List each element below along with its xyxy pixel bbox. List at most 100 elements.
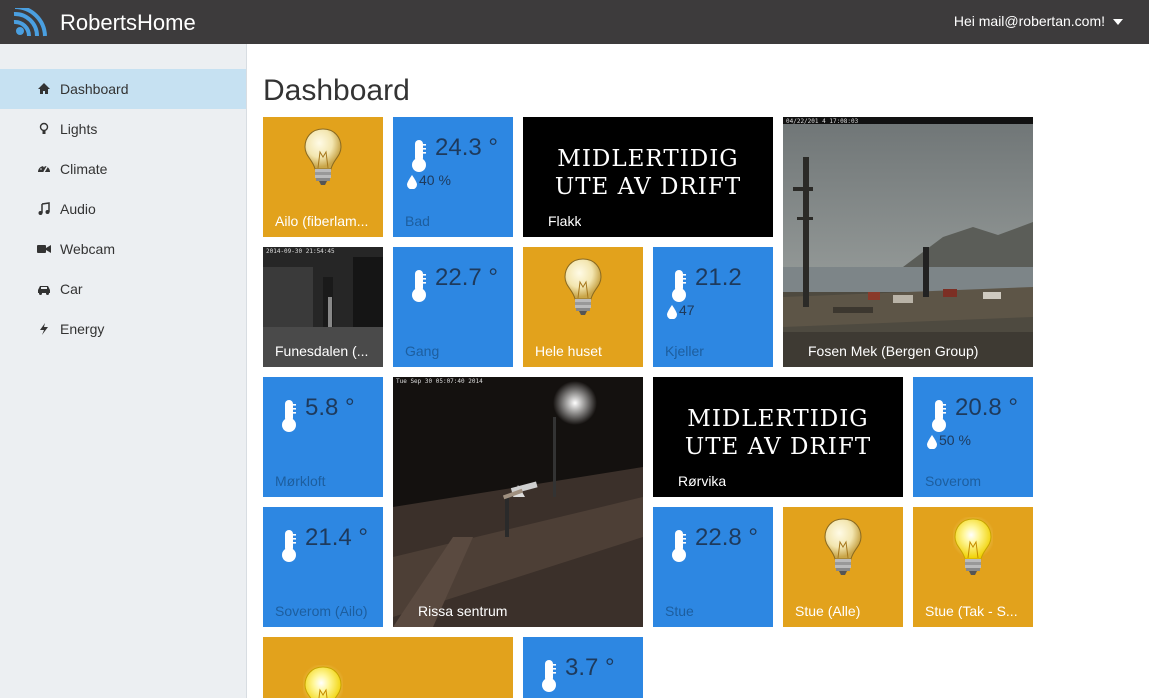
webcam-image-fosen: [783, 117, 1033, 367]
main-content: Dashboard Ailo (fiberlam... 24.3 ° 40 % …: [248, 44, 1149, 698]
lightbulb-off-icon: [823, 517, 863, 577]
user-greeting: Hei mail@robertan.com!: [953, 13, 1105, 29]
brand[interactable]: RobertsHome: [12, 8, 196, 38]
temperature-value: 22.7 °: [435, 264, 498, 291]
offline-line-1: MIDLERTIDIG: [687, 406, 869, 432]
temperature-value: 21.2: [695, 264, 742, 291]
tile-label: Bad: [405, 213, 430, 229]
page-title: Dashboard: [263, 74, 410, 107]
sidebar-item-label: Climate: [60, 161, 108, 177]
tile-webcam-funesdalen[interactable]: 2014-09-30 21:54:45 Funesdalen (...: [263, 247, 383, 367]
tile-label: Mørkloft: [275, 473, 326, 489]
sidebar: Dashboard Lights Climate Audio Webcam Ca…: [0, 44, 247, 698]
tile-label: Stue (Alle): [795, 603, 861, 619]
tile-label: Fosen Mek (Bergen Group): [808, 343, 979, 359]
humidity-drop-icon: [667, 305, 677, 319]
tile-light-stue-tak[interactable]: Stue (Tak - S...: [913, 507, 1033, 627]
offline-line-2: UTE AV DRIFT: [684, 434, 872, 460]
sidebar-item-label: Dashboard: [60, 81, 129, 97]
thermometer-icon: [669, 269, 689, 303]
tile-sensor-stue[interactable]: 22.8 ° Stue: [653, 507, 773, 627]
thermometer-icon: [409, 139, 429, 173]
webcam-image-rissa: [393, 377, 643, 627]
sidebar-item-label: Car: [60, 281, 83, 297]
app-title: RobertsHome: [60, 10, 196, 35]
tile-sensor-soverom-ailo[interactable]: 21.4 ° Soverom (Ailo): [263, 507, 383, 627]
sidebar-item-dashboard[interactable]: Dashboard: [0, 69, 246, 109]
tile-label: Stue (Tak - S...: [925, 603, 1018, 619]
tile-webcam-rorvika[interactable]: MIDLERTIDIG UTE AV DRIFT Rørvika: [653, 377, 903, 497]
tile-light-bottom[interactable]: [263, 637, 513, 698]
caret-down-icon: [1113, 19, 1123, 26]
tile-sensor-bottom[interactable]: 3.7 °: [523, 637, 643, 698]
sidebar-item-label: Energy: [60, 321, 105, 337]
tile-webcam-fosen[interactable]: 04/22/201 4 17:08:03 Fosen Mek (Bergen G…: [783, 117, 1033, 367]
home-icon: [37, 82, 51, 96]
music-icon: [37, 202, 51, 216]
lightbulb-icon: [37, 122, 51, 136]
sidebar-item-webcam[interactable]: Webcam: [0, 229, 246, 269]
tile-label: Gang: [405, 343, 440, 359]
dashboard-gauge-icon: [37, 162, 51, 176]
tile-label: Ailo (fiberlam...: [275, 213, 369, 229]
tile-light-hele-huset[interactable]: Hele huset: [523, 247, 643, 367]
tile-label: Funesdalen (...: [275, 343, 369, 359]
tile-label: Flakk: [548, 213, 582, 229]
tile-sensor-soverom[interactable]: 20.8 ° 50 % Soverom: [913, 377, 1033, 497]
tile-label: Soverom (Ailo): [275, 603, 368, 619]
sidebar-item-car[interactable]: Car: [0, 269, 246, 309]
lightbulb-on-icon: [953, 517, 993, 577]
thermometer-icon: [929, 399, 949, 433]
humidity-value: 50 %: [939, 432, 971, 448]
tile-label: Stue: [665, 603, 694, 619]
offline-line-1: MIDLERTIDIG: [557, 146, 739, 172]
tile-label: Hele huset: [535, 343, 602, 359]
sidebar-nav: Dashboard Lights Climate Audio Webcam Ca…: [0, 69, 246, 349]
bolt-icon: [37, 322, 51, 336]
tile-label: Rørvika: [678, 473, 727, 489]
tile-webcam-flakk[interactable]: MIDLERTIDIG UTE AV DRIFT Flakk: [523, 117, 773, 237]
lightbulb-off-icon: [303, 127, 343, 187]
offline-line-2: UTE AV DRIFT: [554, 174, 742, 200]
webcam-timestamp: Tue Sep 30 05:07:40 2014: [396, 378, 483, 385]
sidebar-item-audio[interactable]: Audio: [0, 189, 246, 229]
temperature-value: 22.8 °: [695, 524, 758, 551]
tile-sensor-bad[interactable]: 24.3 ° 40 % Bad: [393, 117, 513, 237]
temperature-value: 24.3 °: [435, 134, 498, 161]
tile-label: Kjeller: [665, 343, 704, 359]
video-camera-icon: [37, 242, 51, 256]
webcam-offline-text: MIDLERTIDIG UTE AV DRIFT: [523, 145, 773, 201]
temperature-value: 3.7 °: [565, 654, 615, 681]
temperature-value: 20.8 °: [955, 394, 1018, 421]
sidebar-item-energy[interactable]: Energy: [0, 309, 246, 349]
thermometer-icon: [409, 269, 429, 303]
top-navbar: RobertsHome Hei mail@robertan.com!: [0, 0, 1149, 44]
thermometer-icon: [669, 529, 689, 563]
sidebar-item-lights[interactable]: Lights: [0, 109, 246, 149]
tile-sensor-kjeller[interactable]: 21.2 47 Kjeller: [653, 247, 773, 367]
thermometer-icon: [539, 659, 559, 693]
tile-light-stue-alle[interactable]: Stue (Alle): [783, 507, 903, 627]
humidity-value: 47: [679, 302, 695, 318]
tile-sensor-morkloft[interactable]: 5.8 ° Mørkloft: [263, 377, 383, 497]
webcam-timestamp: 2014-09-30 21:54:45: [266, 248, 335, 255]
lightbulb-off-icon: [563, 257, 603, 317]
tile-light-ailo[interactable]: Ailo (fiberlam...: [263, 117, 383, 237]
tile-sensor-gang[interactable]: 22.7 ° Gang: [393, 247, 513, 367]
temperature-value: 21.4 °: [305, 524, 368, 551]
webcam-offline-text: MIDLERTIDIG UTE AV DRIFT: [653, 405, 903, 461]
humidity-drop-icon: [407, 175, 417, 189]
car-icon: [37, 282, 51, 296]
tile-webcam-rissa[interactable]: Tue Sep 30 05:07:40 2014 Rissa sentrum: [393, 377, 643, 627]
humidity-value: 40 %: [419, 172, 451, 188]
humidity-drop-icon: [927, 435, 937, 449]
wifi-logo-icon: [13, 8, 47, 37]
lightbulb-on-icon: [303, 665, 343, 698]
temperature-value: 5.8 °: [305, 394, 355, 421]
webcam-timestamp: 04/22/201 4 17:08:03: [786, 118, 859, 125]
sidebar-item-label: Lights: [60, 121, 98, 137]
sidebar-item-label: Webcam: [60, 241, 115, 257]
sidebar-item-climate[interactable]: Climate: [0, 149, 246, 189]
thermometer-icon: [279, 529, 299, 563]
user-menu-dropdown[interactable]: Hei mail@robertan.com!: [954, 13, 1123, 29]
